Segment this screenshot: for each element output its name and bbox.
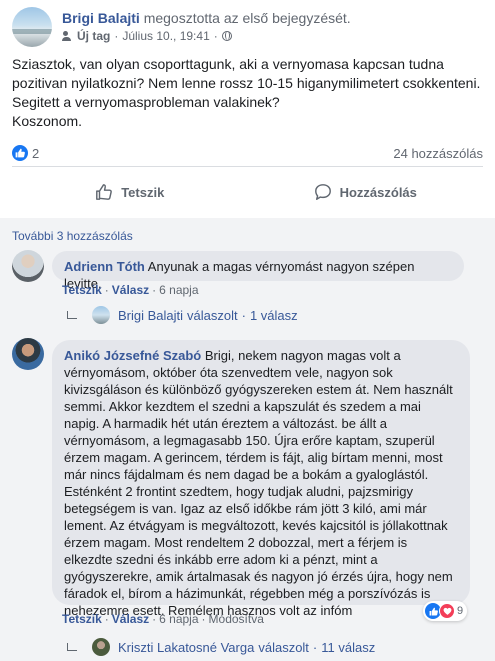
post-header: Brigi Balajti megosztotta az első bejegy…: [12, 7, 483, 47]
comment-bubble: Anikó Józsefné Szabó Brigi, nekem nagyon…: [52, 340, 470, 618]
author-name[interactable]: Brigi Balajti: [62, 10, 140, 26]
post-meta: Új tag · Július 10., 19:41 ·: [62, 29, 232, 43]
comment-meta: Tetszik · Válasz · 6 napja · Módosítva: [62, 612, 264, 626]
heart-reaction-icon: [439, 603, 455, 619]
comment-time[interactable]: 6 napja: [159, 612, 198, 626]
like-count: 2: [32, 145, 40, 161]
view-replies-link[interactable]: Kriszti Lakatosné Varga válaszolt · 11 v…: [118, 640, 375, 655]
speech-bubble-icon: [314, 184, 331, 200]
comment-meta: Tetszik · Válasz · 6 napja: [62, 283, 199, 297]
globe-icon: [221, 31, 232, 41]
post-body: Sziasztok, van olyan csoporttagunk, aki …: [12, 55, 487, 131]
view-replies-link[interactable]: Brigi Balajti válaszolt · 1 válasz: [118, 308, 298, 323]
reply-arrow-icon: [67, 643, 77, 651]
shared-text: megosztotta az első bejegyzését.: [143, 10, 351, 26]
reaction-count: 9: [457, 605, 464, 617]
action-bar: Tetszik Hozzászólás: [12, 174, 483, 210]
comment-reply-link[interactable]: Válasz: [112, 283, 149, 297]
header-title: Brigi Balajti megosztotta az első bejegy…: [62, 10, 351, 26]
comment-button[interactable]: Hozzászólás: [248, 174, 484, 210]
meta-separator: ·: [104, 612, 109, 626]
reply-verb: válaszolt: [258, 640, 309, 655]
reply-author: Kriszti Lakatosné Varga: [118, 640, 255, 655]
like-button[interactable]: Tetszik: [12, 174, 248, 210]
meta-separator: ·: [201, 612, 206, 626]
comment-bubble: Adrienn Tóth Anyunak a magas vérnyomást …: [52, 251, 464, 291]
view-more-comments-link[interactable]: További 3 hozzászólás: [12, 229, 133, 243]
post-date[interactable]: Július 10., 19:41: [122, 29, 209, 43]
member-icon: [62, 31, 73, 41]
reply-count: 1 válasz: [249, 308, 298, 323]
meta-separator: ·: [312, 640, 318, 655]
reaction-count-group[interactable]: 2: [12, 145, 39, 161]
new-member-tag: Új tag: [77, 29, 111, 43]
like-reaction-icon: [12, 145, 28, 161]
reaction-summary: 2 24 hozzászólás: [12, 144, 483, 162]
author-avatar[interactable]: [12, 7, 52, 47]
reply-arrow-icon: [67, 311, 77, 319]
comment-author[interactable]: Adrienn Tóth: [64, 259, 145, 274]
comment-text: Brigi, nekem nagyon magas volt a vérnyom…: [64, 348, 453, 618]
meta-separator: ·: [152, 612, 157, 626]
reply-count: 11 válasz: [321, 640, 376, 655]
comment-author[interactable]: Anikó Józsefné Szabó: [64, 348, 201, 363]
comment-like-link[interactable]: Tetszik: [62, 612, 102, 626]
reply-author: Brigi Balajti: [118, 308, 184, 323]
commenter-avatar[interactable]: [12, 338, 44, 370]
meta-separator: ·: [114, 29, 119, 43]
meta-separator: ·: [241, 308, 246, 323]
comment-button-label: Hozzászólás: [339, 184, 417, 200]
reply-avatar: [92, 306, 110, 324]
comment-count[interactable]: 24 hozzászólás: [393, 146, 483, 161]
comment-like-link[interactable]: Tetszik: [62, 283, 102, 297]
commenter-avatar[interactable]: [12, 250, 44, 282]
divider: [12, 166, 483, 167]
comment-time[interactable]: 6 napja: [159, 283, 198, 297]
comment-reply-link[interactable]: Válasz: [112, 612, 149, 626]
reply-avatar: [92, 638, 110, 656]
post-text: Sziasztok, van olyan csoporttagunk, aki …: [12, 56, 481, 129]
meta-separator: ·: [104, 283, 109, 297]
post-card: Brigi Balajti megosztotta az első bejegy…: [0, 0, 495, 661]
meta-separator: ·: [213, 29, 218, 43]
like-button-label: Tetszik: [121, 184, 165, 200]
comment-reactions[interactable]: 9: [423, 601, 468, 621]
edited-label[interactable]: Módosítva: [209, 612, 264, 626]
reply-verb: válaszolt: [187, 308, 238, 323]
meta-separator: ·: [152, 283, 157, 297]
thumbs-up-icon: [96, 184, 113, 200]
